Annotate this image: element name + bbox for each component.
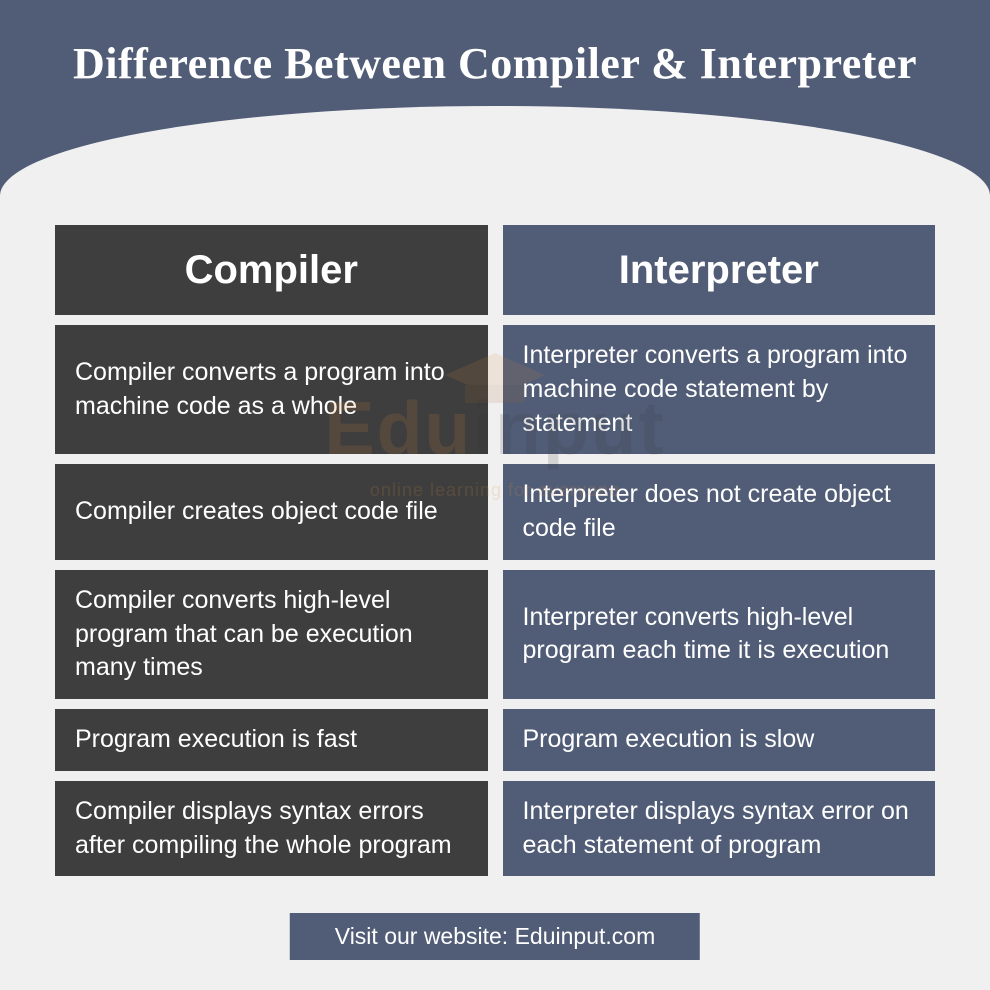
page-title: Difference Between Compiler & Interprete… <box>0 38 990 89</box>
compiler-cell: Compiler converts high-level program tha… <box>55 570 488 699</box>
table-row: Program execution is fast Program execut… <box>55 709 935 771</box>
compiler-cell: Program execution is fast <box>55 709 488 771</box>
compiler-cell: Compiler creates object code file <box>55 464 488 560</box>
watermark-subtitle: online learning for everyone <box>370 480 620 501</box>
comparison-table: Compiler Interpreter Compiler converts a… <box>0 195 990 876</box>
interpreter-cell: Interpreter displays syntax error on eac… <box>503 781 936 877</box>
grad-cap-icon <box>440 345 550 420</box>
table-row: Compiler converts high-level program tha… <box>55 570 935 699</box>
compiler-cell: Compiler displays syntax errors after co… <box>55 781 488 877</box>
table-header-row: Compiler Interpreter <box>55 225 935 315</box>
table-row: Compiler creates object code file Interp… <box>55 464 935 560</box>
header-curve <box>0 106 990 196</box>
interpreter-cell: Interpreter converts high-level program … <box>503 570 936 699</box>
table-row: Compiler displays syntax errors after co… <box>55 781 935 877</box>
column-header-interpreter: Interpreter <box>503 225 936 315</box>
compiler-cell: Compiler converts a program into machine… <box>55 325 488 454</box>
interpreter-cell: Interpreter does not create object code … <box>503 464 936 560</box>
header-banner: Difference Between Compiler & Interprete… <box>0 0 990 195</box>
footer-banner: Visit our website: Eduinput.com <box>290 913 700 960</box>
column-header-compiler: Compiler <box>55 225 488 315</box>
interpreter-cell: Program execution is slow <box>503 709 936 771</box>
interpreter-cell: Interpreter converts a program into mach… <box>503 325 936 454</box>
